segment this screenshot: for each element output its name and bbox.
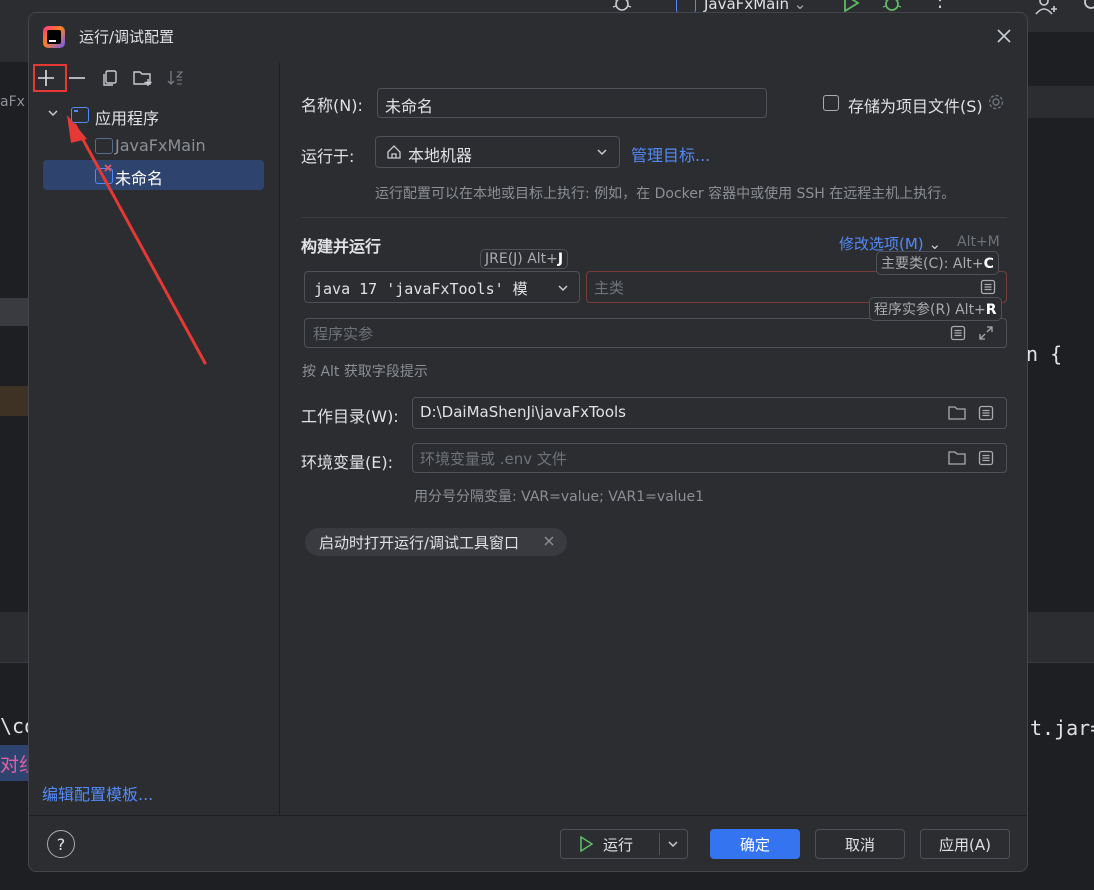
copy-config-button[interactable]: [101, 69, 119, 87]
dialog-title: 运行/调试配置: [79, 28, 175, 46]
store-as-file-checkbox[interactable]: [823, 95, 839, 111]
run-button-separator: [659, 833, 660, 855]
run-debug-config-dialog: 运行/调试配置 应用程序 JavaFxMain 未命名 编辑配置模板... 名称…: [28, 12, 1028, 872]
folder-add-icon: [133, 71, 152, 86]
run-on-dropdown[interactable]: 本地机器: [375, 136, 620, 168]
jre-hint-label: JRE(J) Alt+: [485, 251, 558, 267]
env-vars-placeholder: 环境变量或 .env 文件: [420, 450, 567, 468]
folder-icon[interactable]: [948, 450, 966, 466]
folder-icon[interactable]: [948, 405, 966, 421]
run-on-label: 运行于:: [301, 147, 355, 166]
run-button-label: 运行: [603, 835, 634, 854]
chevron-down-icon: [557, 282, 569, 294]
ide-tab-strip: [0, 32, 28, 62]
main-class-hint-label: 主要类(C): Alt+: [881, 256, 984, 272]
add-user-icon[interactable]: [1034, 0, 1058, 16]
edit-templates-link[interactable]: 编辑配置模板...: [42, 781, 153, 805]
ide-tab-fragment: aFx: [0, 94, 25, 110]
env-vars-hint: 用分号分隔变量: VAR=value; VAR1=value1: [414, 489, 705, 505]
tree-collapse-toggle[interactable]: [47, 107, 59, 119]
name-field[interactable]: 未命名: [377, 88, 767, 118]
run-play-icon: [579, 836, 593, 852]
run-on-value: 本地机器: [408, 146, 473, 165]
settings-gear-icon[interactable]: [987, 93, 1005, 111]
jre-hint-key: J: [557, 251, 564, 267]
jre-shortcut-hint: JRE(J) Alt+J: [480, 249, 569, 269]
copy-icon: [103, 70, 117, 86]
chip-label: 启动时打开运行/调试工具窗口: [319, 533, 520, 552]
build-run-heading: 构建并运行: [301, 237, 382, 256]
new-folder-button[interactable]: [133, 69, 153, 87]
manage-targets-link[interactable]: 管理目标...: [631, 142, 710, 166]
chevron-down-icon: [48, 110, 58, 117]
section-divider: [301, 217, 1007, 218]
main-class-hint-key: C: [983, 256, 994, 272]
working-dir-value: D:\DaiMaShenJi\javaFxTools: [420, 403, 626, 421]
program-args-field[interactable]: 程序实参: [304, 318, 1007, 348]
ide-right-panel: [1028, 32, 1094, 612]
sort-button[interactable]: [167, 69, 185, 87]
main-class-placeholder: 主类: [594, 279, 625, 297]
ide-breakpoint-line: [0, 386, 28, 416]
program-args-shortcut-hint: 程序实参(R) Alt+R: [869, 297, 1002, 321]
run-on-description: 运行配置可以在本地或目标上执行: 例如，在 Docker 容器中或使用 SSH …: [375, 186, 956, 202]
pane-divider: [279, 63, 280, 815]
ide-right-strip: [1028, 86, 1094, 118]
list-icon[interactable]: [950, 325, 966, 341]
working-dir-field[interactable]: D:\DaiMaShenJi\javaFxTools: [412, 397, 1007, 429]
intellij-logo-icon: [43, 26, 65, 48]
terminal-text-right: t.jar=: [1030, 716, 1094, 740]
ide-line-highlight: [0, 298, 28, 326]
name-field-value: 未命名: [385, 97, 434, 116]
name-label: 名称(N):: [301, 96, 363, 115]
home-icon: [386, 144, 402, 160]
ide-code-brace: n {: [1026, 342, 1063, 366]
cancel-button[interactable]: 取消: [815, 829, 905, 859]
help-icon[interactable]: ?: [47, 830, 75, 858]
main-class-shortcut-hint: 主要类(C): Alt+C: [876, 251, 999, 275]
add-config-button[interactable]: [36, 68, 56, 88]
store-as-file-label: 存储为项目文件(S): [848, 97, 983, 116]
ok-button[interactable]: 确定: [710, 829, 800, 859]
search-icon[interactable]: [1082, 0, 1094, 14]
program-args-hint-label: 程序实参(R) Alt+: [874, 302, 986, 318]
modify-options-shortcut: Alt+M: [957, 234, 1000, 250]
alt-hint-text: 按 Alt 获取字段提示: [302, 364, 428, 380]
annotation-arrow: [63, 113, 213, 369]
chevron-down-icon: [596, 146, 608, 158]
working-dir-label: 工作目录(W):: [301, 407, 399, 426]
chip-close-icon[interactable]: [543, 535, 555, 547]
jre-value: java 17 'javaFxTools' 模: [314, 280, 528, 298]
footer-divider: [29, 815, 1027, 816]
env-vars-label: 环境变量(E):: [301, 453, 393, 472]
list-icon[interactable]: [978, 405, 994, 421]
program-args-placeholder: 程序实参: [313, 325, 374, 343]
plus-icon: [38, 70, 54, 86]
expand-icon[interactable]: [978, 325, 994, 341]
program-args-hint-key: R: [985, 302, 997, 318]
apply-button[interactable]: 应用(A): [920, 829, 1010, 859]
list-icon[interactable]: [980, 279, 996, 295]
close-icon[interactable]: [995, 27, 1013, 45]
minus-icon: [69, 77, 85, 79]
sort-icon: [167, 71, 184, 85]
list-icon[interactable]: [978, 450, 994, 466]
run-icon[interactable]: [842, 0, 860, 12]
open-tool-window-chip[interactable]: 启动时打开运行/调试工具窗口: [305, 528, 567, 556]
run-button[interactable]: 运行: [560, 829, 688, 859]
remove-config-button[interactable]: [67, 68, 87, 88]
chevron-down-icon[interactable]: [667, 838, 679, 850]
env-vars-field[interactable]: 环境变量或 .env 文件: [412, 443, 1007, 473]
jre-dropdown[interactable]: java 17 'javaFxTools' 模: [304, 271, 580, 303]
